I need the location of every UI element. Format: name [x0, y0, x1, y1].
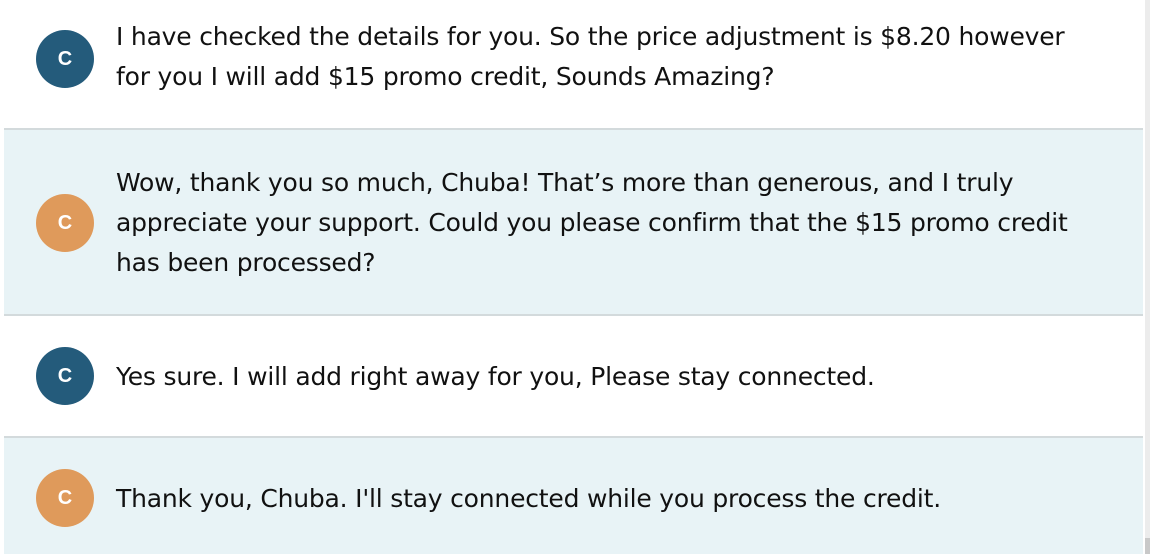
scrollbar-track[interactable]: [1145, 0, 1150, 554]
message-line: I have checked the details for you. So t…: [116, 22, 1065, 51]
message-text: I have checked the details for you. So t…: [116, 17, 1116, 97]
message-text: Yes sure. I will add right away for you,…: [116, 357, 1116, 397]
scrollbar-thumb[interactable]: [1145, 538, 1150, 554]
message-line: Yes sure. I will add right away for you,…: [116, 362, 875, 391]
customer-avatar: C: [36, 469, 94, 527]
message-text: Wow, thank you so much, Chuba! That’s mo…: [116, 163, 1116, 283]
agent-avatar: C: [36, 30, 94, 88]
chat-message-customer: C Thank you, Chuba. I'll stay connected …: [4, 438, 1143, 554]
chat-message-agent: C I have checked the details for you. So…: [4, 0, 1143, 128]
message-line: Wow, thank you so much, Chuba! That’s mo…: [116, 168, 1014, 197]
agent-avatar: C: [36, 347, 94, 405]
message-line: appreciate your support. Could you pleas…: [116, 208, 1068, 237]
customer-avatar: C: [36, 194, 94, 252]
chat-message-customer: C Wow, thank you so much, Chuba! That’s …: [4, 130, 1143, 314]
chat-transcript: C I have checked the details for you. So…: [0, 0, 1150, 554]
message-text: Thank you, Chuba. I'll stay connected wh…: [116, 479, 1116, 519]
message-line: for you I will add $15 promo credit, Sou…: [116, 62, 775, 91]
message-line: has been processed?: [116, 248, 376, 277]
message-line: Thank you, Chuba. I'll stay connected wh…: [116, 484, 941, 513]
chat-message-agent: C Yes sure. I will add right away for yo…: [4, 316, 1143, 436]
